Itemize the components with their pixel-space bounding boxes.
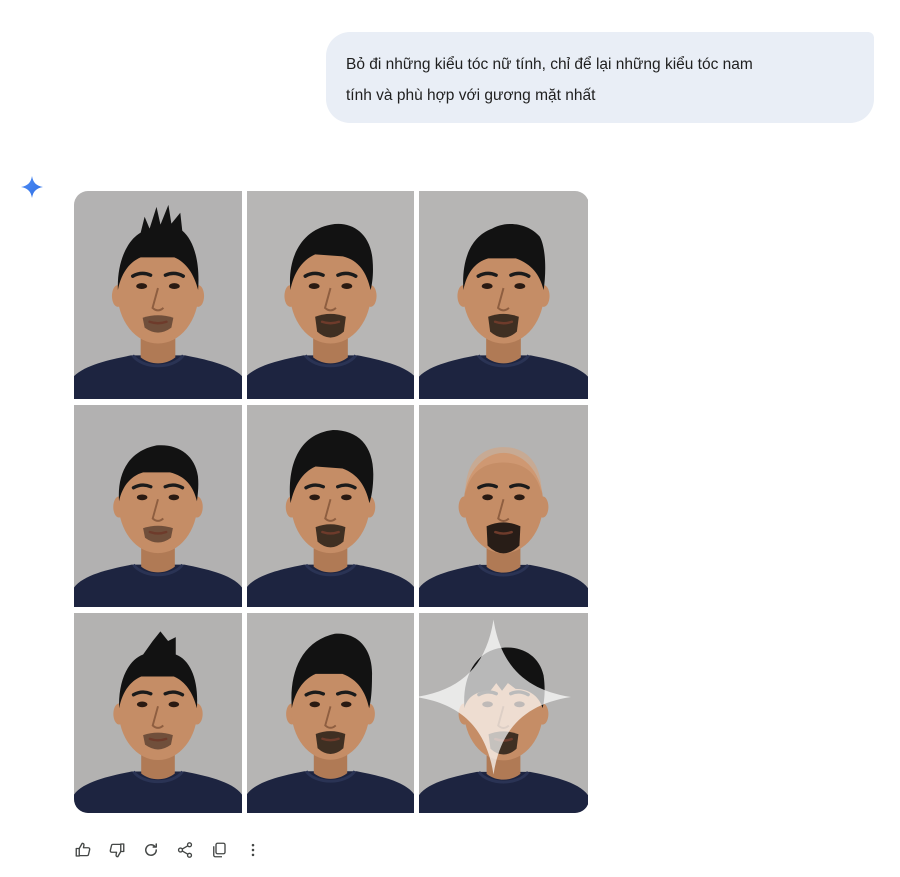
generated-portrait-6[interactable] <box>419 405 588 607</box>
generated-image-grid <box>74 191 589 813</box>
more-options-button[interactable] <box>242 839 264 861</box>
gemini-spark-icon <box>21 176 43 198</box>
thumbs-down-button[interactable] <box>106 839 128 861</box>
copy-button[interactable] <box>208 839 230 861</box>
generated-portrait-3[interactable] <box>419 191 588 399</box>
regenerate-button[interactable] <box>140 839 162 861</box>
thumbs-up-icon <box>75 842 91 857</box>
portrait-illustration <box>74 405 242 607</box>
thumbs-up-button[interactable] <box>72 839 94 861</box>
portrait-illustration <box>247 613 414 813</box>
generated-portrait-9[interactable] <box>419 613 588 813</box>
generated-portrait-2[interactable] <box>247 191 414 399</box>
portrait-illustration <box>419 191 588 399</box>
portrait-illustration <box>247 191 414 399</box>
share-button[interactable] <box>174 839 196 861</box>
thumbs-down-icon <box>109 843 125 858</box>
generated-portrait-8[interactable] <box>247 613 414 813</box>
generated-portrait-5[interactable] <box>247 405 414 607</box>
response-action-bar <box>72 838 276 862</box>
portrait-illustration <box>247 405 414 607</box>
user-message-bubble: Bỏ đi những kiểu tóc nữ tính, chỉ để lại… <box>326 32 874 123</box>
more-options-icon <box>251 843 255 857</box>
regenerate-icon <box>145 843 157 856</box>
generated-portrait-4[interactable] <box>74 405 242 607</box>
generated-portrait-1[interactable] <box>74 191 242 399</box>
user-message-line-2: tính và phù hợp với gương mặt nhất <box>346 87 596 104</box>
copy-icon <box>213 842 226 858</box>
generated-portrait-7[interactable] <box>74 613 242 813</box>
share-icon <box>177 842 193 858</box>
portrait-illustration <box>419 405 588 607</box>
user-message-line-1: Bỏ đi những kiểu tóc nữ tính, chỉ để lại… <box>346 56 753 73</box>
sparkle-watermark-icon <box>419 619 571 775</box>
portrait-illustration <box>74 191 242 399</box>
portrait-illustration <box>74 613 242 813</box>
